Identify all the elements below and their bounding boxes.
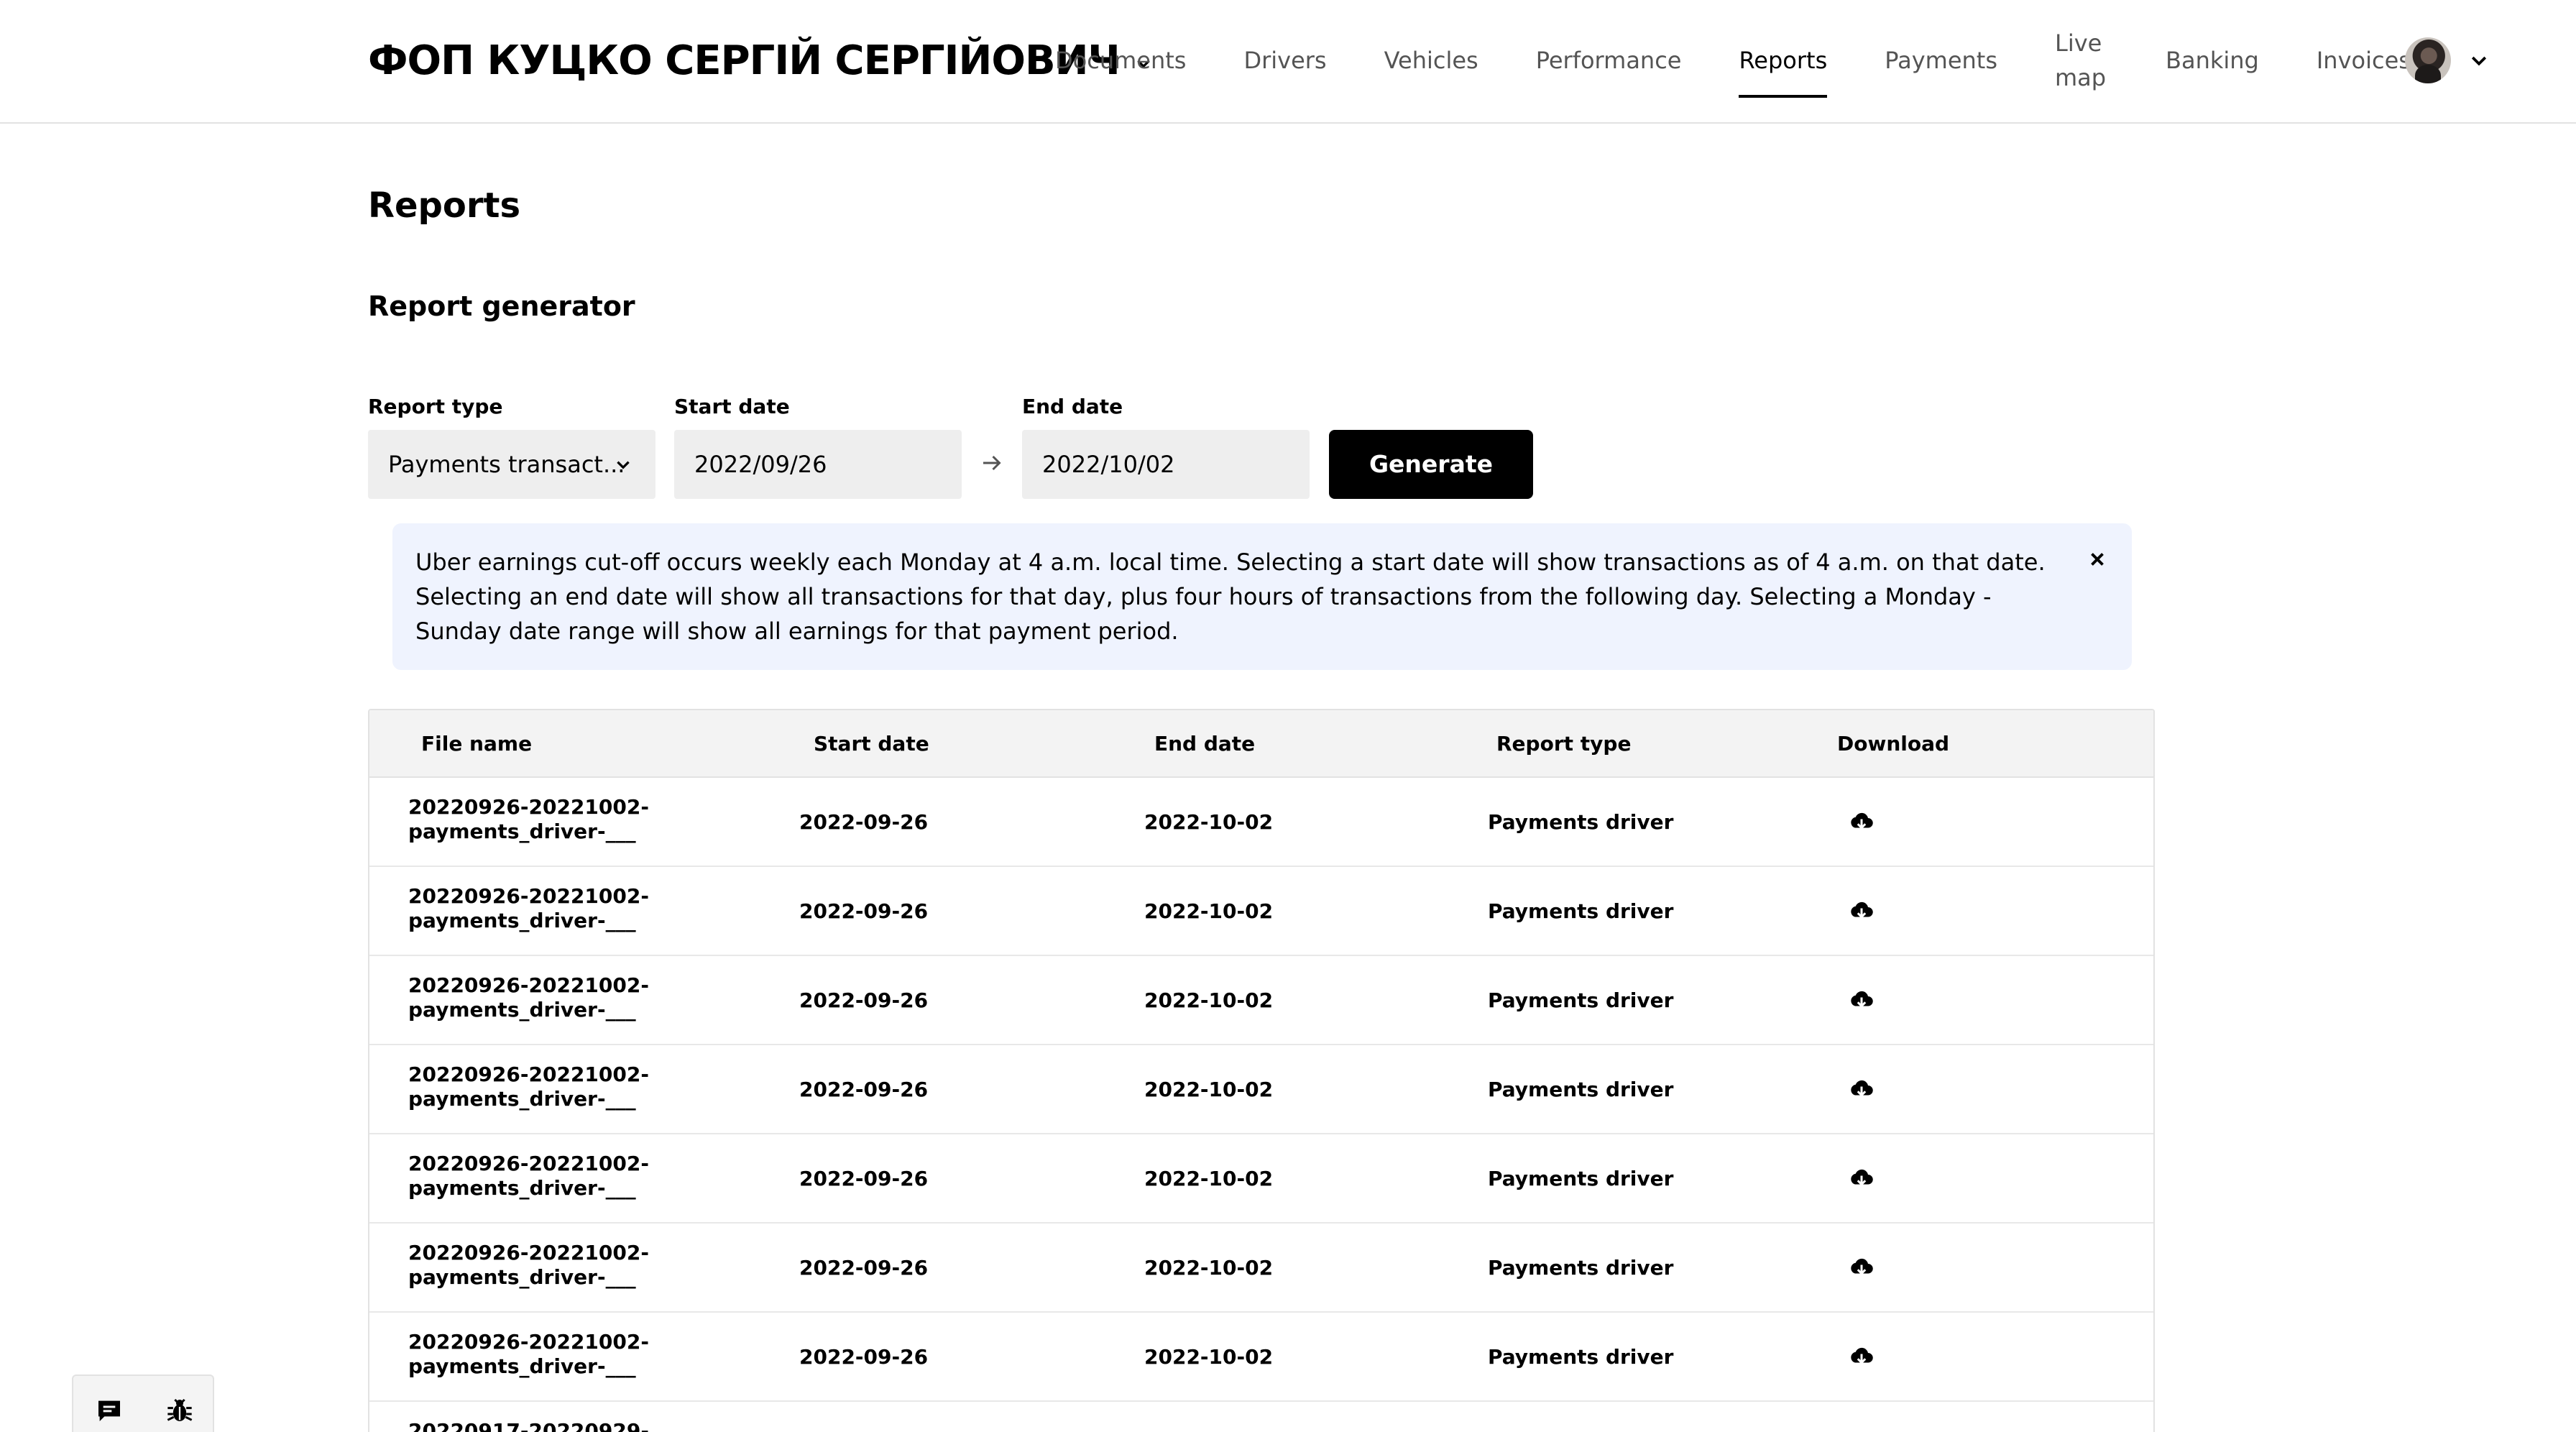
report-type-cell: Payments driver: [1488, 1078, 1674, 1101]
column-header-report-type: Report type: [1496, 732, 1632, 756]
table-row: 20220926-20221002-payments_driver-___ 20…: [369, 1224, 2153, 1313]
cloud-download-icon[interactable]: [1849, 809, 1874, 835]
cloud-download-icon[interactable]: [1849, 1166, 1874, 1192]
start-date-cell: 2022-09-26: [799, 1167, 929, 1190]
file-name-cell: 20220926-20221002-payments_driver-___: [408, 1062, 649, 1111]
nav-drivers[interactable]: Drivers: [1243, 0, 1326, 124]
report-type-cell: Payments driver: [1488, 1345, 1674, 1369]
section-title: Report generator: [368, 290, 635, 322]
column-header-start-date: Start date: [814, 732, 929, 756]
table-row: 20220926-20221002-payments_driver-___ 20…: [369, 867, 2153, 956]
report-type-select[interactable]: Payments transact...: [368, 430, 656, 499]
end-date-cell: 2022-10-02: [1144, 1167, 1274, 1190]
cloud-download-icon[interactable]: [1849, 1344, 1874, 1370]
chevron-down-icon[interactable]: [2467, 50, 2491, 72]
nav-documents[interactable]: Documents: [1055, 0, 1186, 124]
end-date-cell: 2022-10-02: [1144, 899, 1274, 923]
start-date-label: Start date: [674, 395, 790, 418]
page-title: Reports: [368, 185, 521, 226]
start-date-cell: 2022-09-26: [799, 1345, 929, 1369]
nav-vehicles[interactable]: Vehicles: [1384, 0, 1478, 124]
file-name-cell: 20220926-20221002-payments_driver-___: [408, 973, 649, 1022]
bug-icon[interactable]: [165, 1396, 194, 1425]
file-name-cell: 20220926-20221002-payments_driver-___: [408, 1152, 649, 1200]
start-date-cell: 2022-09-26: [799, 899, 929, 923]
nav-live-map[interactable]: Live map: [2055, 0, 2108, 124]
cloud-download-icon[interactable]: [1849, 1077, 1874, 1103]
column-header-download: Download: [1837, 732, 1950, 756]
end-date-cell: 2022-10-02: [1144, 1078, 1274, 1101]
table-row: 20220926-20221002-payments_driver-___ 20…: [369, 1134, 2153, 1224]
table-header: File name Start date End date Report typ…: [369, 710, 2153, 778]
chevron-down-icon: [617, 461, 630, 469]
org-name: ФОП КУЦКО СЕРГІЙ СЕРГІЙОВИЧ: [368, 37, 1121, 84]
end-date-cell: 2022-10-02: [1144, 1256, 1274, 1280]
table-row: 20220926-20221002-payments_driver-___ 20…: [369, 1045, 2153, 1134]
file-name-cell: 20220926-20221002-payments_driver-___: [408, 1330, 649, 1378]
avatar[interactable]: [2405, 37, 2451, 83]
file-name-cell: 20220926-20221002-payments_driver-___: [408, 884, 649, 932]
nav-payments[interactable]: Payments: [1885, 0, 1997, 124]
table-row: 20220926-20221002-payments_driver-___ 20…: [369, 956, 2153, 1045]
table-row: 20220917-20220929-: [369, 1402, 2153, 1432]
start-date-cell: 2022-09-26: [799, 988, 929, 1012]
table-row: 20220926-20221002-payments_driver-___ 20…: [369, 778, 2153, 867]
chat-icon[interactable]: [95, 1396, 124, 1425]
report-type-cell: Payments driver: [1488, 899, 1674, 923]
file-name-cell: 20220926-20221002-payments_driver-___: [408, 1241, 649, 1289]
banner-text: Uber earnings cut-off occurs weekly each…: [415, 549, 2046, 645]
start-date-cell: 2022-09-26: [799, 1256, 929, 1280]
column-header-file-name: File name: [421, 732, 533, 756]
file-name-cell: 20220917-20220929-: [408, 1419, 649, 1432]
info-banner: Uber earnings cut-off occurs weekly each…: [392, 523, 2132, 670]
start-date-input[interactable]: 2022/09/26: [674, 430, 962, 499]
report-type-cell: Payments driver: [1488, 1167, 1674, 1190]
end-date-input[interactable]: 2022/10/02: [1022, 430, 1310, 499]
end-date-label: End date: [1022, 395, 1123, 418]
report-type-cell: Payments driver: [1488, 988, 1674, 1012]
end-date-cell: 2022-10-02: [1144, 988, 1274, 1012]
cloud-download-icon[interactable]: [1849, 988, 1874, 1014]
nav-invoices[interactable]: Invoices: [2317, 0, 2411, 124]
cloud-download-icon[interactable]: [1849, 899, 1874, 924]
start-date-cell: 2022-09-26: [799, 810, 929, 834]
end-date-cell: 2022-10-02: [1144, 1345, 1274, 1369]
generate-button[interactable]: Generate: [1329, 430, 1533, 499]
start-date-cell: 2022-09-26: [799, 1078, 929, 1101]
report-type-label: Report type: [368, 395, 503, 418]
report-type-cell: Payments driver: [1488, 810, 1674, 834]
table-row: 20220926-20221002-payments_driver-___ 20…: [369, 1313, 2153, 1402]
cloud-download-icon[interactable]: [1849, 1255, 1874, 1281]
nav-reports[interactable]: Reports: [1739, 0, 1827, 124]
end-date-cell: 2022-10-02: [1144, 810, 1274, 834]
reports-table: File name Start date End date Report typ…: [368, 709, 2155, 1432]
main-nav: Documents Drivers Vehicles Performance R…: [1055, 0, 2468, 124]
column-header-end-date: End date: [1154, 732, 1256, 756]
arrow-right-icon: [983, 455, 1001, 471]
feedback-widget: [72, 1374, 214, 1432]
top-navigation-bar: ФОП КУЦКО СЕРГІЙ СЕРГІЙОВИЧ Documents Dr…: [0, 0, 2576, 124]
org-switcher[interactable]: ФОП КУЦКО СЕРГІЙ СЕРГІЙОВИЧ: [368, 37, 1153, 85]
nav-performance[interactable]: Performance: [1536, 0, 1682, 124]
close-icon[interactable]: [2084, 546, 2110, 572]
file-name-cell: 20220926-20221002-payments_driver-___: [408, 795, 649, 843]
nav-banking[interactable]: Banking: [2166, 0, 2259, 124]
report-type-value: Payments transact...: [388, 451, 625, 478]
report-type-cell: Payments driver: [1488, 1256, 1674, 1280]
